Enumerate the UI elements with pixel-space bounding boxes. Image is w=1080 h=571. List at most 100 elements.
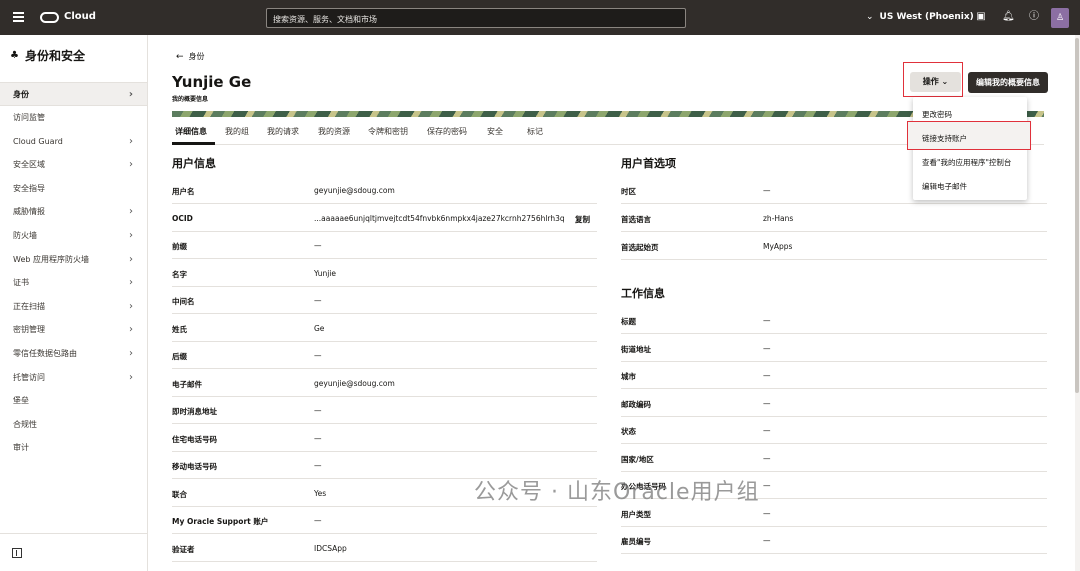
field-label: 国家/地区	[621, 454, 654, 464]
field-value: —	[763, 536, 771, 545]
sidebar-item[interactable]: 密钥管理 ›	[0, 318, 147, 342]
field-value: —	[314, 433, 322, 443]
sidebar-item-label: 正在扫描	[13, 301, 45, 311]
sidebar-item[interactable]: 审计	[0, 436, 147, 460]
field-value: ...aaaaae6unjqltjmvejtcdt54fnvbk6nmpkx4j…	[314, 213, 565, 223]
tab-tokens-keys[interactable]: 令牌和密钥	[368, 126, 408, 137]
region-selector[interactable]: ⌄ US West (Phoenix)	[866, 12, 974, 22]
sidebar-item[interactable]: 堡垒	[0, 389, 147, 413]
sidebar-item[interactable]: 防火墙 ›	[0, 224, 147, 248]
search-input[interactable]: 搜索资源、服务、文档和市场	[266, 8, 686, 28]
brand-label[interactable]: Cloud	[64, 11, 96, 22]
sidebar-item[interactable]: 安全区域 ›	[0, 153, 147, 177]
sidebar-item[interactable]: 零信任数据包路由 ›	[0, 342, 147, 366]
field-value: MyApps	[763, 242, 793, 251]
sidebar-item[interactable]: 正在扫描 ›	[0, 295, 147, 319]
field-value: —	[314, 461, 322, 470]
field-value: Yunjie	[314, 268, 337, 278]
tab-details[interactable]: 详细信息	[175, 126, 207, 137]
detail-row: 中间名 —	[172, 287, 597, 314]
sidebar-item[interactable]: 托管访问 ›	[0, 366, 147, 390]
sidebar-item[interactable]: Web 应用程序防火墙 ›	[0, 248, 147, 272]
field-value: Ge	[314, 323, 325, 333]
sidebar-item[interactable]: 合规性	[0, 413, 147, 437]
sidebar-title: ♣ 身份和安全	[10, 49, 85, 63]
detail-row: 后缀 —	[172, 342, 597, 369]
chevron-right-icon: ›	[128, 89, 133, 100]
field-value: —	[763, 343, 771, 353]
detail-row: 住宅电话号码 —	[172, 425, 597, 452]
tab-my-requests[interactable]: 我的请求	[267, 126, 299, 137]
chevron-right-icon: ›	[129, 300, 133, 312]
field-value: —	[314, 296, 322, 305]
sidebar-item-label: 安全区域	[13, 160, 45, 170]
field-label: 街道地址	[621, 344, 651, 354]
detail-row: OCID ...aaaaae6unjqltjmvejtcdt54fnvbk6nmp…	[172, 205, 597, 232]
tab-security[interactable]: 安全	[487, 126, 503, 137]
field-value: —	[314, 241, 322, 250]
menu-item-change-password[interactable]: 更改密码	[922, 109, 952, 120]
chevron-right-icon: ›	[129, 253, 133, 265]
back-link[interactable]: ← 身份	[176, 51, 205, 62]
copy-ocid-link[interactable]: 复制	[575, 214, 590, 225]
detail-row: 验证者 IDCSApp	[172, 535, 597, 562]
help-icon[interactable]: ⓘ	[1028, 11, 1040, 23]
detail-row: 国家/地区 —	[621, 445, 1047, 472]
oracle-logo-icon[interactable]	[40, 12, 59, 23]
field-value: —	[763, 453, 771, 463]
field-value: geyunjie@sdoug.com	[314, 378, 395, 388]
sidebar-item-label: 合规性	[13, 419, 37, 429]
watermark: 公众号 · 山东Oracle用户组	[474, 480, 760, 505]
field-label: 首选起始页	[621, 243, 659, 252]
preferences-title: 用户首选项	[621, 157, 676, 170]
sidebar-item-label: 证书	[13, 278, 29, 288]
detail-row: My Oracle Support 账户 —	[172, 507, 597, 534]
sidebar-item[interactable]: 访问监管	[0, 106, 147, 130]
profile-avatar-icon[interactable]: ♙	[1051, 8, 1069, 28]
sidebar-item[interactable]: Cloud Guard ›	[0, 130, 147, 154]
collapse-sidebar-icon[interactable]	[12, 548, 22, 558]
field-label: 中间名	[172, 297, 195, 306]
field-label: 联合	[172, 489, 187, 499]
tab-tags[interactable]: 标记	[527, 126, 543, 137]
menu-item-edit-email[interactable]: 编辑电子邮件	[922, 181, 967, 192]
edit-profile-button[interactable]: 编辑我的概要信息	[968, 72, 1048, 93]
field-label: 用户名	[172, 187, 195, 196]
detail-row: 即时消息地址 —	[172, 397, 597, 424]
field-label: 前缀	[172, 242, 187, 251]
field-value: geyunjie@sdoug.com	[314, 186, 395, 195]
hamburger-menu-icon[interactable]	[13, 12, 24, 22]
detail-row: 首选起始页 MyApps	[621, 233, 1047, 260]
sidebar-item[interactable]: 身份 ›	[0, 82, 147, 106]
actions-button[interactable]: 操作 ⌄	[910, 72, 961, 92]
field-label: 邮政编码	[621, 399, 651, 409]
field-label: OCID	[172, 213, 193, 223]
scrollbar-thumb[interactable]	[1075, 38, 1079, 393]
region-label: US West (Phoenix)	[879, 12, 974, 22]
notifications-bell-icon[interactable]: 🔔︎	[1002, 11, 1015, 23]
field-label: My Oracle Support 账户	[172, 517, 269, 526]
field-value: —	[763, 481, 771, 490]
field-label: 城市	[621, 372, 636, 381]
sidebar-item-label: 防火墙	[13, 230, 37, 240]
sidebar-item-label: 零信任数据包路由	[13, 348, 77, 358]
sidebar-item[interactable]: 证书 ›	[0, 271, 147, 295]
sidebar-item[interactable]: 威胁情报 ›	[0, 200, 147, 224]
field-label: 后缀	[172, 352, 187, 361]
sidebar-item-label: 威胁情报	[13, 207, 45, 217]
arrow-left-icon: ←	[176, 52, 184, 62]
chevron-down-icon: ⌄	[941, 77, 949, 86]
chevron-down-icon: ⌄	[866, 12, 874, 22]
work-info-title: 工作信息	[621, 287, 665, 300]
menu-item-link-support-account[interactable]: 链接支持账户	[922, 133, 967, 144]
tab-my-resources[interactable]: 我的资源	[318, 126, 350, 137]
top-bar: Cloud 搜索资源、服务、文档和市场 ⌄ US West (Phoenix) ▣…	[0, 0, 1080, 35]
chevron-right-icon: ›	[129, 135, 133, 147]
cloud-shell-icon[interactable]: ▣	[975, 11, 987, 23]
detail-row: 邮政编码 —	[621, 390, 1047, 417]
tab-my-groups[interactable]: 我的组	[225, 126, 249, 137]
menu-item-view-my-apps-console[interactable]: 查看"我的应用程序"控制台	[922, 157, 1011, 168]
sidebar-item-label: Cloud Guard	[13, 136, 63, 146]
tab-saved-passwords[interactable]: 保存的密码	[427, 126, 467, 137]
sidebar-item[interactable]: 安全指导	[0, 177, 147, 201]
